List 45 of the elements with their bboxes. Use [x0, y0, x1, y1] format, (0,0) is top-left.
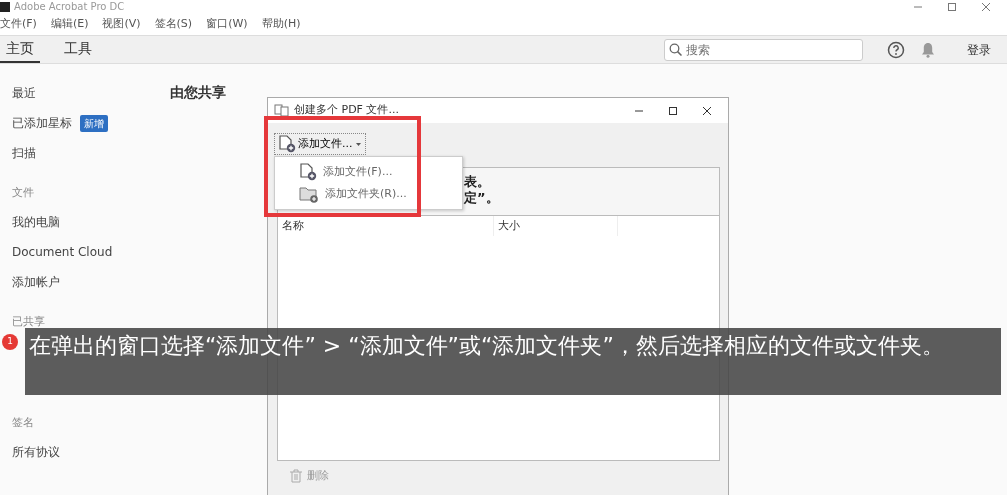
search-field[interactable]: 搜索: [664, 38, 863, 61]
bell-icon[interactable]: [921, 41, 935, 58]
caption-text: 在弹出的窗口选择“添加文件” > “添加文件”或“添加文件夹”，然后选择相应的文件或文件夹。: [25, 328, 1001, 395]
trash-icon: [289, 469, 303, 483]
folder-add-icon: [299, 185, 319, 203]
add-files-button[interactable]: 添加文件...: [274, 133, 366, 155]
file-add-icon: [299, 163, 317, 181]
help-icon[interactable]: [887, 40, 905, 59]
menu-item[interactable]: 文件(F): [0, 15, 37, 33]
section-heading: 由您共享: [170, 83, 226, 102]
sidebar-header: 签名: [12, 414, 34, 431]
search-icon: [669, 42, 682, 56]
app-logo-icon: [0, 1, 10, 12]
menu-item[interactable]: 编辑(E): [50, 15, 89, 33]
menu-item[interactable]: 添加文件夹(R)...: [275, 183, 462, 205]
instruction-text: 定”。: [464, 190, 500, 206]
sidebar-item[interactable]: Document Cloud: [12, 243, 113, 261]
documents-icon: [274, 104, 290, 117]
dialog-title: 创建多个 PDF 文件...: [294, 102, 399, 119]
sidebar-item[interactable]: 所有协议: [12, 443, 60, 461]
window-title: Adobe Acrobat Pro DC: [14, 0, 125, 14]
caret-icon: [354, 141, 362, 147]
sidebar-item[interactable]: 我的电脑: [12, 213, 60, 231]
sidebar-item[interactable]: 添加帐户: [12, 273, 60, 291]
sidebar-item[interactable]: 已添加星标: [12, 114, 72, 132]
menu-item[interactable]: 视图(V): [102, 15, 141, 33]
menu-item[interactable]: 窗口(W): [206, 15, 248, 33]
instruction-text: 表。: [464, 174, 491, 190]
sidebar-header: 已共享: [12, 313, 45, 330]
menu-item[interactable]: 添加文件(F)...: [275, 161, 462, 183]
sidebar-item[interactable]: 扫描: [12, 144, 36, 162]
tab[interactable]: 主页: [0, 36, 40, 63]
menu-item[interactable]: 签名(S): [154, 15, 193, 33]
tab[interactable]: 工具: [58, 36, 98, 63]
new-badge: 新增: [80, 114, 108, 132]
sidebar-header: 文件: [12, 184, 34, 201]
sign-in-link[interactable]: 登录: [967, 40, 991, 59]
sidebar-item[interactable]: 最近: [12, 84, 36, 102]
maximize-icon[interactable]: [668, 105, 678, 116]
step-badge: 1: [2, 334, 18, 350]
column-header[interactable]: 名称: [278, 216, 494, 236]
menu-item[interactable]: 帮助(H): [261, 15, 301, 33]
close-icon[interactable]: [702, 105, 712, 116]
file-add-icon: [278, 135, 296, 153]
column-header[interactable]: 大小: [494, 216, 618, 236]
